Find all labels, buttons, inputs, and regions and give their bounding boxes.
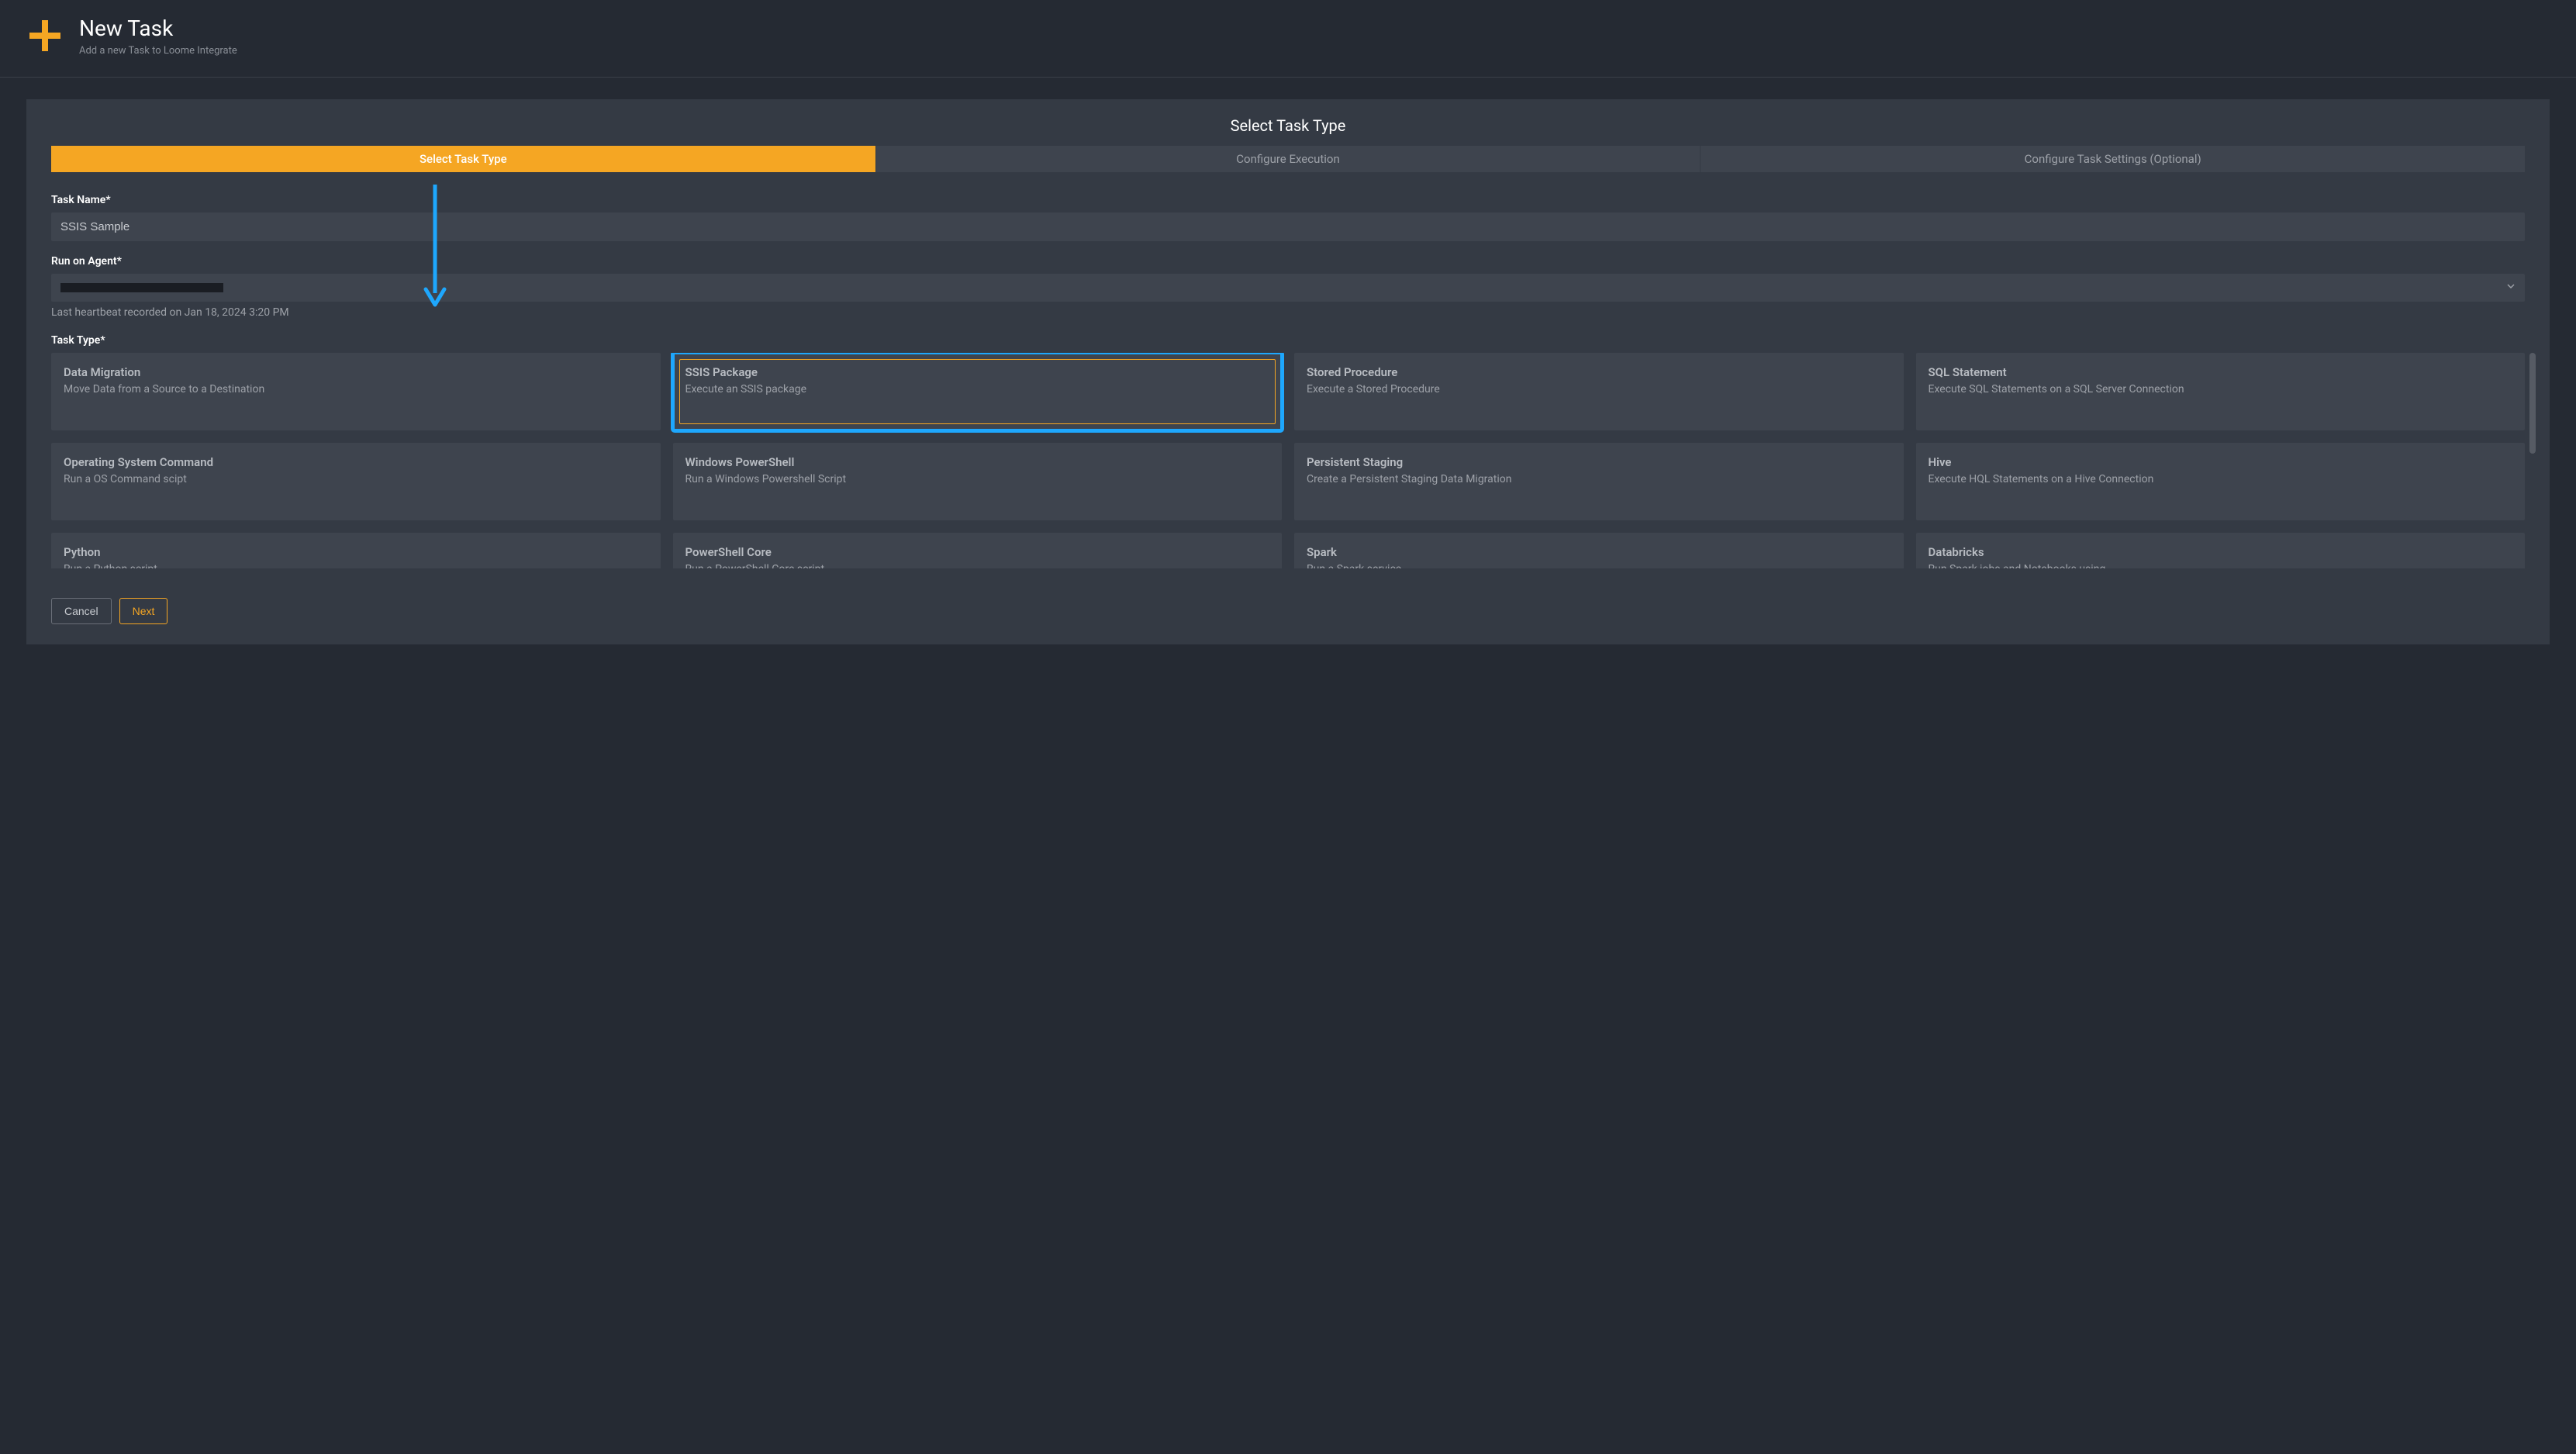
task-type-grid-wrap: Data Migration Move Data from a Source to… (51, 353, 2525, 568)
task-type-title: Hive (1929, 455, 2513, 469)
task-type-desc: Execute a Stored Procedure (1307, 382, 1891, 398)
task-type-card[interactable]: Operating System Command Run a OS Command… (51, 443, 661, 520)
task-type-title: Windows PowerShell (685, 455, 1270, 469)
cancel-button[interactable]: Cancel (51, 598, 112, 624)
scrollbar-thumb[interactable] (2529, 353, 2536, 454)
next-button[interactable]: Next (119, 598, 168, 624)
task-type-desc: Execute HQL Statements on a Hive Connect… (1929, 472, 2513, 488)
task-type-card[interactable]: Windows PowerShell Run a Windows Powershe… (673, 443, 1283, 520)
footer-buttons: Cancel Next (51, 598, 2525, 624)
main-card: Select Task Type Select Task Type Config… (26, 99, 2550, 644)
task-type-title: Persistent Staging (1307, 455, 1891, 469)
agent-label: Run on Agent* (51, 255, 2525, 268)
task-type-desc: Create a Persistent Staging Data Migrati… (1307, 472, 1891, 488)
task-type-desc: Execute an SSIS package (685, 382, 1270, 398)
task-type-title: PowerShell Core (685, 545, 1270, 559)
task-type-desc: Run Spark jobs and Notebooks using (1929, 562, 2513, 568)
task-type-desc: Move Data from a Source to a Destination (64, 382, 648, 398)
step-tab-label: Configure Execution (1236, 152, 1340, 166)
task-type-title: SQL Statement (1929, 365, 2513, 379)
task-type-card[interactable]: Spark Run a Spark service (1294, 533, 1904, 568)
agent-select-wrap (51, 274, 2525, 302)
page-subtitle: Add a new Task to Loome Integrate (79, 45, 237, 57)
task-type-card[interactable]: Hive Execute HQL Statements on a Hive Con… (1916, 443, 2526, 520)
step-tab-configure-settings[interactable]: Configure Task Settings (Optional) (1700, 146, 2525, 172)
task-type-title: Operating System Command (64, 455, 648, 469)
task-type-title: Stored Procedure (1307, 365, 1891, 379)
task-name-input[interactable] (51, 212, 2525, 241)
task-type-card[interactable]: Python Run a Python script (51, 533, 661, 568)
task-type-title: Databricks (1929, 545, 2513, 559)
task-type-title: Data Migration (64, 365, 648, 379)
page-title: New Task (79, 16, 237, 42)
task-type-desc: Run a Python script (64, 562, 648, 568)
task-type-desc: Execute SQL Statements on a SQL Server C… (1929, 382, 2513, 398)
task-type-card[interactable]: Data Migration Move Data from a Source to… (51, 353, 661, 430)
step-tab-label: Select Task Type (420, 152, 507, 166)
task-type-desc: Run a PowerShell Core script (685, 562, 1270, 568)
task-type-desc: Run a OS Command scipt (64, 472, 648, 488)
task-type-desc: Run a Windows Powershell Script (685, 472, 1270, 488)
step-tab-select-type[interactable]: Select Task Type (51, 146, 875, 172)
task-type-label: Task Type* (51, 334, 2525, 347)
task-type-card[interactable]: SQL Statement Execute SQL Statements on a… (1916, 353, 2526, 430)
agent-helper: Last heartbeat recorded on Jan 18, 2024 … (51, 306, 2525, 319)
task-type-desc: Run a Spark service (1307, 562, 1891, 568)
page-header: New Task Add a new Task to Loome Integra… (0, 0, 2576, 78)
task-type-card[interactable]: Databricks Run Spark jobs and Notebooks u… (1916, 533, 2526, 568)
step-tabs: Select Task Type Configure Execution Con… (51, 146, 2525, 172)
task-type-grid: Data Migration Move Data from a Source to… (51, 353, 2525, 568)
task-type-card[interactable]: PowerShell Core Run a PowerShell Core scr… (673, 533, 1283, 568)
task-type-card[interactable]: SSIS Package Execute an SSIS package (673, 353, 1283, 430)
step-tab-label: Configure Task Settings (Optional) (2025, 152, 2201, 166)
plus-icon (26, 17, 64, 54)
task-name-label: Task Name* (51, 194, 2525, 206)
task-type-title: Python (64, 545, 648, 559)
section-title: Select Task Type (51, 116, 2525, 135)
step-tab-configure-execution[interactable]: Configure Execution (875, 146, 1701, 172)
task-type-scroll[interactable]: Data Migration Move Data from a Source to… (51, 353, 2525, 568)
task-type-title: Spark (1307, 545, 1891, 559)
agent-select[interactable] (51, 274, 2525, 302)
task-type-title: SSIS Package (685, 365, 1270, 379)
redacted-value (60, 283, 223, 292)
task-type-card[interactable]: Persistent Staging Create a Persistent St… (1294, 443, 1904, 520)
task-type-card[interactable]: Stored Procedure Execute a Stored Procedu… (1294, 353, 1904, 430)
